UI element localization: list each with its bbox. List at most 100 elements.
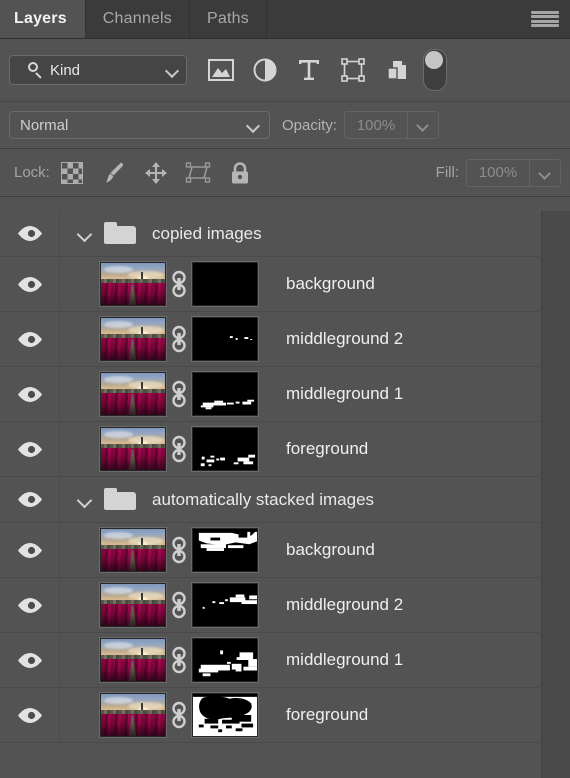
layer-visibility-toggle[interactable]	[0, 688, 60, 742]
layer-image-thumbnail[interactable]	[99, 582, 167, 628]
layer-thumbnails	[99, 371, 259, 417]
tab-layers-label: Layers	[14, 10, 67, 27]
lock-label: Lock:	[14, 164, 50, 181]
layer-image-thumbnail[interactable]	[99, 316, 167, 362]
layer-visibility-toggle[interactable]	[0, 523, 60, 577]
filter-row: Kind	[0, 39, 570, 102]
eye-icon	[17, 707, 43, 724]
layer-visibility-toggle[interactable]	[0, 211, 60, 256]
folder-icon	[104, 487, 136, 512]
tab-layers[interactable]: Layers	[0, 0, 86, 38]
tab-channels-label: Channels	[102, 10, 172, 27]
layer-row-content: foreground	[60, 426, 542, 472]
filter-adjustment-layers-icon[interactable]	[243, 50, 287, 90]
layer-visibility-toggle[interactable]	[0, 633, 60, 687]
layer-group-row[interactable]: copied images	[0, 211, 542, 257]
mask-link-icon[interactable]	[166, 270, 192, 298]
layer-image-thumbnail[interactable]	[99, 637, 167, 683]
lock-position-move-icon[interactable]	[143, 160, 169, 186]
layer-rows-container: copied images background middleground 2 mid…	[0, 211, 570, 743]
layer-row-content: middleground 1	[60, 637, 542, 683]
chevron-down-icon[interactable]	[74, 494, 96, 506]
fill-stepper[interactable]	[529, 159, 560, 186]
layer-visibility-toggle[interactable]	[0, 422, 60, 476]
mask-link-icon[interactable]	[166, 591, 192, 619]
layer-mask-thumbnail[interactable]	[191, 637, 259, 683]
mask-link-icon[interactable]	[166, 536, 192, 564]
filter-kind-dropdown[interactable]: Kind	[9, 55, 187, 85]
layer-visibility-toggle[interactable]	[0, 477, 60, 522]
folder-icon	[104, 221, 136, 246]
lock-artboard-nesting-icon[interactable]	[185, 160, 211, 186]
filter-enable-toggle[interactable]	[423, 49, 447, 91]
layer-row-content: copied images	[60, 221, 542, 246]
layer-row[interactable]: foreground	[0, 422, 542, 477]
layer-name: middleground 1	[286, 650, 404, 669]
layer-visibility-toggle[interactable]	[0, 257, 60, 311]
layer-row[interactable]: middleground 2	[0, 312, 542, 367]
layer-mask-thumbnail[interactable]	[191, 426, 259, 472]
lock-all-padlock-icon[interactable]	[227, 160, 253, 186]
lock-row: Lock: Fill: 100%	[0, 149, 570, 197]
opacity-value: 100%	[356, 116, 396, 134]
layer-mask-thumbnail[interactable]	[191, 527, 259, 573]
mask-link-icon[interactable]	[166, 701, 192, 729]
eye-icon	[17, 386, 43, 403]
layer-thumbnails	[99, 692, 259, 738]
opacity-stepper[interactable]	[407, 112, 438, 138]
hamburger-bar	[531, 19, 559, 23]
filter-smart-objects-icon[interactable]	[375, 50, 419, 90]
mask-link-icon[interactable]	[166, 435, 192, 463]
layer-row[interactable]: middleground 1	[0, 633, 542, 688]
mask-link-icon[interactable]	[166, 380, 192, 408]
fill-field[interactable]: 100%	[466, 158, 561, 187]
layer-list[interactable]: copied images background middleground 2 mid…	[0, 211, 570, 778]
layer-row[interactable]: middleground 1	[0, 367, 542, 422]
layer-visibility-toggle[interactable]	[0, 578, 60, 632]
layer-thumbnails	[99, 426, 259, 472]
blend-mode-dropdown[interactable]: Normal	[9, 111, 270, 139]
layer-image-thumbnail[interactable]	[99, 371, 167, 417]
layer-row[interactable]: foreground	[0, 688, 542, 743]
layer-mask-thumbnail[interactable]	[191, 582, 259, 628]
mask-link-icon[interactable]	[166, 325, 192, 353]
layer-row[interactable]: background	[0, 523, 542, 578]
filter-shape-layers-icon[interactable]	[331, 50, 375, 90]
layer-mask-thumbnail[interactable]	[191, 316, 259, 362]
opacity-field[interactable]: 100%	[344, 111, 440, 139]
layer-image-thumbnail[interactable]	[99, 692, 167, 738]
layer-name: foreground	[286, 705, 369, 724]
tab-paths-label: Paths	[207, 10, 249, 27]
eye-icon	[17, 225, 43, 242]
checkerboard-glyph	[60, 161, 83, 184]
layer-image-thumbnail[interactable]	[99, 426, 167, 472]
layer-visibility-toggle[interactable]	[0, 367, 60, 421]
lock-transparent-pixels-icon[interactable]	[59, 160, 85, 186]
filter-pixel-layers-icon[interactable]	[199, 50, 243, 90]
layer-mask-thumbnail[interactable]	[191, 261, 259, 307]
layer-row[interactable]: middleground 2	[0, 578, 542, 633]
filter-type-layers-icon[interactable]	[287, 50, 331, 90]
chevron-down-icon[interactable]	[74, 228, 96, 240]
layer-list-scrollbar[interactable]	[541, 211, 570, 778]
fill-label: Fill:	[435, 164, 459, 181]
layer-row-content: middleground 1	[60, 371, 542, 417]
mask-link-icon[interactable]	[166, 646, 192, 674]
layer-name: foreground	[286, 439, 369, 458]
layer-visibility-toggle[interactable]	[0, 312, 60, 366]
tab-channels[interactable]: Channels	[86, 0, 190, 38]
layer-mask-thumbnail[interactable]	[191, 371, 259, 417]
layer-group-row[interactable]: automatically stacked images	[0, 477, 542, 523]
layer-mask-thumbnail[interactable]	[191, 692, 259, 738]
layer-row-content: automatically stacked images	[60, 487, 542, 512]
layer-image-thumbnail[interactable]	[99, 261, 167, 307]
lock-image-pixels-brush-icon[interactable]	[101, 160, 127, 186]
eye-icon	[17, 597, 43, 614]
tab-paths[interactable]: Paths	[190, 0, 267, 38]
layer-name: background	[286, 274, 375, 293]
hamburger-bar	[531, 15, 559, 19]
layer-row[interactable]: background	[0, 257, 542, 312]
layer-row-content: middleground 2	[60, 316, 542, 362]
layer-image-thumbnail[interactable]	[99, 527, 167, 573]
hamburger-menu-icon[interactable]	[531, 11, 559, 27]
